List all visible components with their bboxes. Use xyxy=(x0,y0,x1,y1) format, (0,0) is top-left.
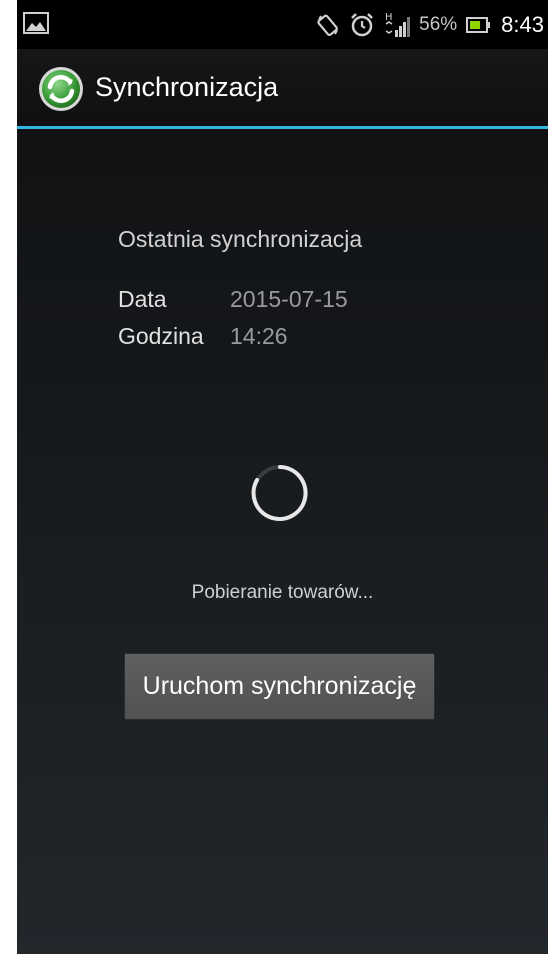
gallery-notification-icon xyxy=(23,12,49,34)
clock: 8:43 xyxy=(501,11,544,37)
start-sync-button[interactable]: Uruchom synchronizację xyxy=(124,653,435,720)
last-sync-heading: Ostatnia synchronizacja xyxy=(118,226,363,252)
date-label: Data xyxy=(118,286,167,312)
status-icons: H 56% 8:43 xyxy=(316,0,548,49)
status-bar: H 56% 8:43 xyxy=(17,0,548,49)
page-title: Synchronizacja xyxy=(95,72,279,102)
sync-app-icon[interactable] xyxy=(37,65,85,113)
battery-percent: 56% xyxy=(419,13,458,35)
battery-icon xyxy=(466,16,491,33)
action-bar-divider xyxy=(17,126,548,129)
time-value: 14:26 xyxy=(230,323,288,349)
alarm-icon xyxy=(351,12,374,36)
screen-rotation-icon xyxy=(317,14,339,36)
progress-status-text: Pobieranie towarów... xyxy=(191,582,374,603)
app-screen: H 56% 8:43 Synchronizacja Ostatnia synch… xyxy=(17,0,548,954)
time-label: Godzina xyxy=(118,323,204,349)
signal-hspa-icon: H xyxy=(385,12,411,37)
date-value: 2015-07-15 xyxy=(230,286,348,312)
loading-spinner-icon xyxy=(251,465,308,521)
